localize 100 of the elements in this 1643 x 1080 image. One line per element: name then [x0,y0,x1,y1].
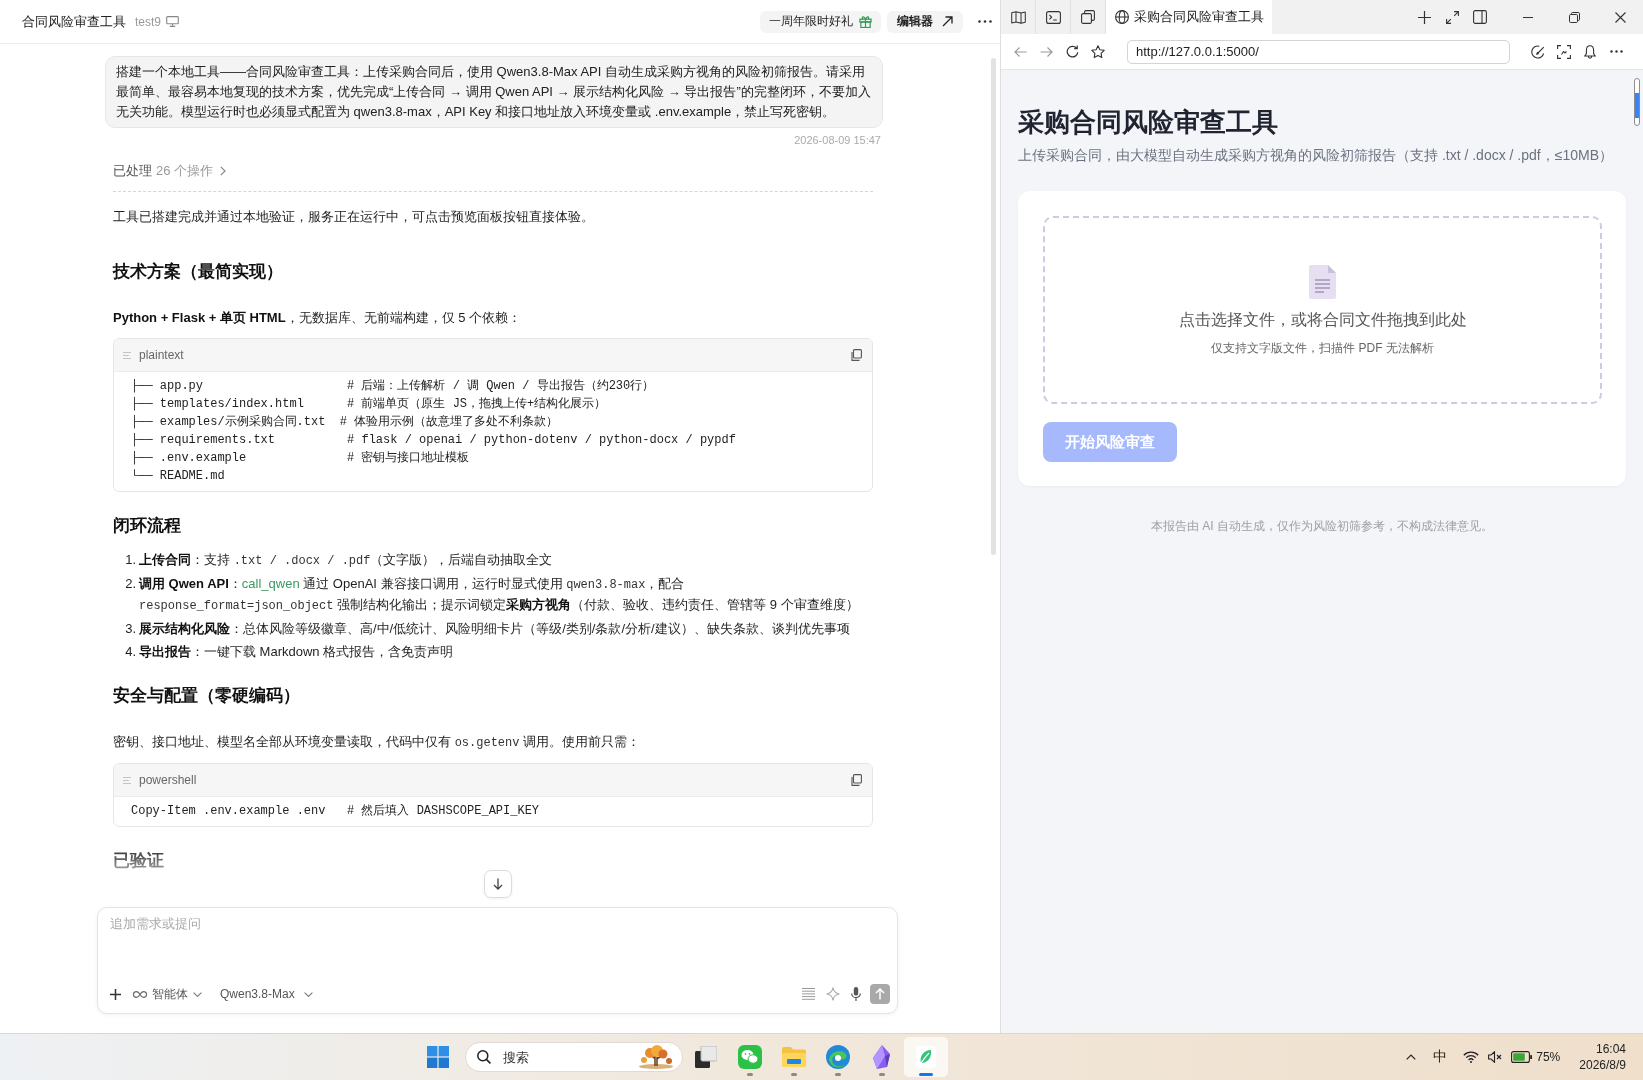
code-link[interactable]: call_qwen [241,576,300,591]
input-method-indicator[interactable]: 中 [1433,1048,1448,1066]
scrollbar-thumb[interactable] [1634,78,1640,126]
expand-icon[interactable] [1445,10,1459,24]
list-item-text: 导出报告：一键下载 Markdown 格式报告，含免责声明 [139,643,455,661]
windows-logo-icon[interactable] [427,1046,449,1068]
globe-icon [1115,10,1129,24]
code-language: powershell [139,773,197,787]
battery-percent: 75% [1536,1050,1561,1064]
close-icon[interactable] [1614,11,1626,23]
dropzone-hint: 仅支持文字版文件，扫描件 PDF 无法解析 [1211,340,1434,357]
list-item-text: 调用 Qwen API：call_qwen 通过 OpenAI 兼容接口调用，运行时显式使用 qwen3.8-max，配合 response_format=json_object 强制结构化输出；提示词锁定采购方视角（付款、验收、违约责任、管辖等 9 个审查维度） [139,575,860,615]
scrollbar-thumb[interactable] [991,58,996,555]
project-title: 合同风险审查工具 [22,12,126,31]
project-name: test9 [135,14,161,29]
promo-button[interactable]: 一周年限时好礼 [760,10,881,33]
overlapping-squares-icon[interactable] [1081,10,1095,24]
section-heading: 安全与配置（零硬编码） [113,685,301,707]
clock-time[interactable]: 16:04 [1595,1041,1626,1057]
star-icon[interactable] [1091,44,1105,59]
code-line: ├── app.py # 后端：上传解析 / 调 Qwen / 导出报告（约230行） [131,378,656,395]
user-message: 搭建一个本地工具——合同风险审查工具：上传采购合同后，使用 Qwen3.8-Max API 自动生成采购方视角的风险初筛报告。请采用最简单、最容易本地复现的技术方案，优先完成“上传合同 → 调用 Qwen API → 展示结构化风险 → 导出报告”的完整闭环，不要加入无关功能。模型运行时也必须显式配置为 qwen3.8-max，API Key 和接口地址放入环境变量或 .env.example，禁止写死密钥。 [105,56,883,128]
swirl-icon [826,1045,850,1069]
message-input[interactable]: 追加需求或提问 [98,908,897,981]
copy-icon[interactable] [850,774,862,786]
message-time: 2026-08-09 15:47 [794,133,881,147]
arrow-up-right-icon [942,16,953,27]
minimize-icon[interactable] [1523,16,1533,18]
list-number: 3. [124,620,136,638]
search-field[interactable]: 搜索 [465,1042,683,1072]
page-subtitle: 上传采购合同，由大模型自动生成采购方视角的风险初筛报告（支持 .txt / .docx / .pdf，≤10MB） [1018,146,1614,165]
caret-down-icon [303,991,313,997]
chat-bubbles-icon [738,1045,762,1069]
sidebar-icon[interactable] [1473,10,1487,24]
list-number: 4. [124,643,136,661]
editor-button[interactable]: 编辑器 [887,10,963,33]
search-icon [477,1050,491,1064]
lines-icon [123,776,131,784]
monitor-icon[interactable] [166,16,179,27]
agent-mode-selector[interactable]: 智能体 [133,983,202,1005]
activity-toggle[interactable]: 已处理 26 个操作 [113,161,227,181]
infinity-icon [133,990,147,998]
arrow-down-icon [493,878,503,890]
refresh-icon[interactable] [1065,45,1079,58]
arrow-up-icon [875,988,885,1000]
wifi-icon[interactable] [1463,1051,1480,1063]
more-icon[interactable] [978,20,992,23]
code-line: ├── requirements.txt # flask / openai / python-dotenv / python-docx / pypdf [131,432,737,449]
list-number: 1. [124,551,136,569]
list-number: 2. [124,575,136,593]
copy-icon[interactable] [850,349,862,361]
code-line: └── README.md [131,468,226,485]
crystal-icon [873,1045,891,1069]
folder-icon [782,1047,806,1067]
bell-icon[interactable] [1584,44,1596,59]
plus-icon[interactable] [1417,10,1431,24]
caret-down-icon [193,991,202,997]
more-icon[interactable] [1609,50,1623,53]
address-bar[interactable]: http://127.0.0.1:5000/ [1127,39,1510,64]
battery-icon[interactable] [1511,1051,1533,1063]
paragraph: 密钥、接口地址、模型名全部从环境变量读取，代码中仅有 os.getenv 调用。使用前只需： [113,733,642,752]
model-selector[interactable]: Qwen3.8-Max [220,983,313,1005]
search-input[interactable]: 搜索 [501,1048,638,1066]
list-item-text: 展示结构化风险：总体风险等级徽章、高/中/低统计、风险明细卡片（等级/类别/条款/分析/建议）、缺失条款、谈判优先事项 [139,620,851,638]
lines-icon [123,351,131,359]
caret-up-icon[interactable] [1406,1054,1417,1060]
section-heading: 闭环流程 [113,515,182,537]
paragraph: 工具已搭建完成并通过本地验证，服务正在运行中，可点击预览面板按钮直接体验。 [113,208,595,226]
terminal-icon[interactable] [1045,10,1061,24]
dropzone-prompt: 点击选择文件，或将合同文件拖拽到此处 [1178,310,1467,330]
document-icon [1309,265,1336,299]
section-heading: 已验证 [113,850,165,872]
composer-panel[interactable]: 追加需求或提问 智能体 Qwen3.8-Max [97,907,898,1014]
code-line: ├── .env.example # 密钥与接口地址模板 [131,450,471,467]
code-line: Copy-Item .env.example .env # 然后填入 DASHSCOPE_API_KEY [131,803,541,820]
tree-icon [638,1045,674,1069]
gift-icon [859,15,872,28]
forward-icon[interactable] [1039,45,1053,58]
list-item-text: 上传合同：支持 .txt / .docx / .pdf（文字版），后端自动抽取全文 [139,551,554,570]
squares-icon [695,1046,717,1068]
speaker-muted-icon[interactable] [1488,1051,1504,1063]
plus-icon[interactable] [110,988,121,1000]
code-language: plaintext [139,348,184,362]
page-title: 采购合同风险审查工具 [1018,106,1279,139]
file-dropzone[interactable]: 点击选择文件，或将合同文件拖拽到此处 仅支持文字版文件，扫描件 PDF 无法解析 [1043,216,1602,404]
map-icon[interactable] [1010,10,1026,24]
list-lines-icon[interactable] [802,988,815,1000]
code-line: ├── templates/index.html # 前端单页（原生 JS，拖拽上传+结构化展示） [131,396,608,413]
back-icon[interactable] [1013,45,1027,58]
paragraph: Python + Flask + 单页 HTML，无数据库、无前端构建，仅 5 个依赖： [113,309,523,327]
leaf-icon [916,1046,936,1068]
disclaimer: 本报告由 AI 自动生成，仅作为风险初筛参考，不构成法律意见。 [1150,518,1494,535]
capture-icon[interactable] [1557,44,1571,59]
scroll-down-button[interactable] [484,870,512,898]
browser-tab[interactable]: 采购合同风险审查工具 [1106,0,1272,34]
section-heading: 技术方案（最简实现） [113,261,284,283]
microphone-icon[interactable] [851,987,861,1001]
clock-date[interactable]: 2026/8/9 [1579,1057,1626,1073]
code-line: ├── examples/示例采购合同.txt # 体验用示例（故意埋了多处不利条款） [131,414,560,431]
restore-icon[interactable] [1568,11,1580,23]
